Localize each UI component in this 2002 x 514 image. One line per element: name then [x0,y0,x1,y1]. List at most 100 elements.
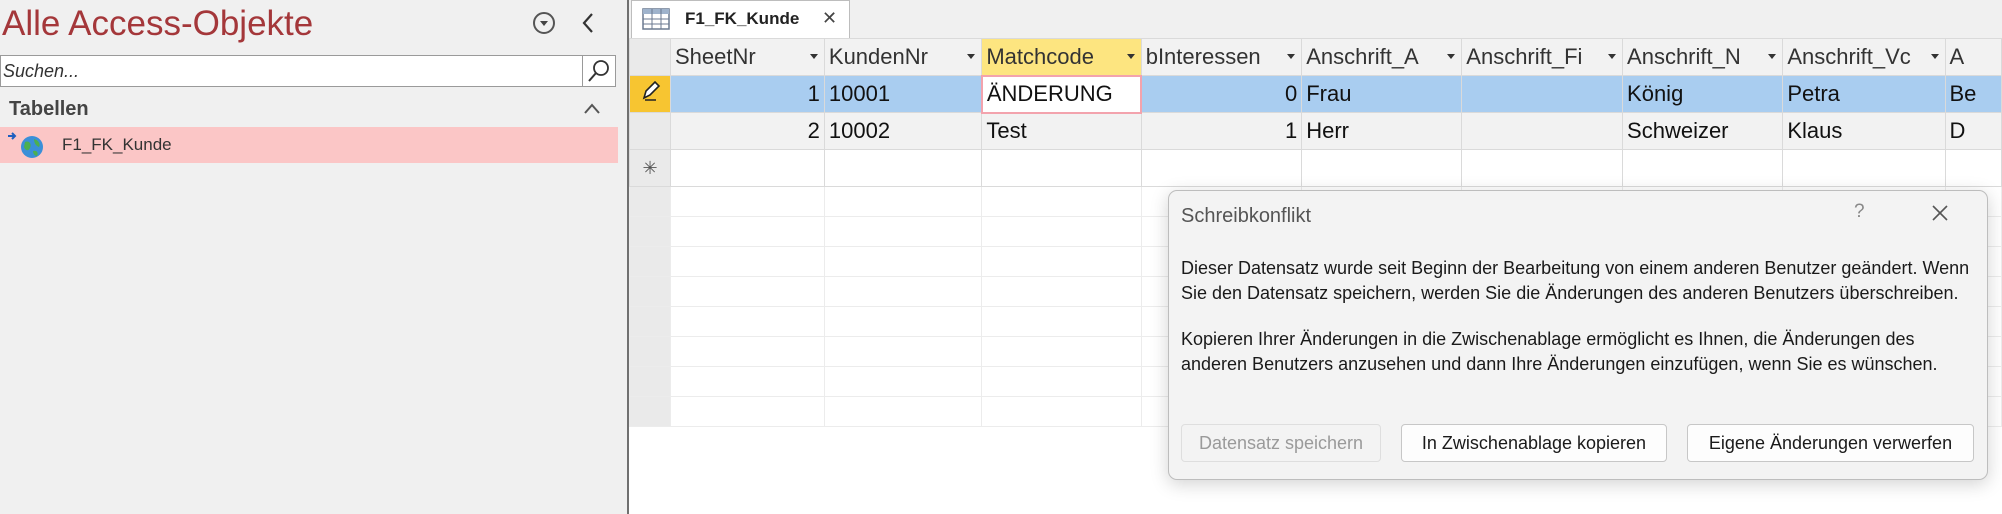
copy-to-clipboard-button[interactable]: In Zwischenablage kopieren [1401,424,1667,462]
dropdown-arrow-icon[interactable] [809,54,818,59]
table-cell[interactable] [1301,149,1463,187]
table-cell[interactable]: 10001 [823,75,983,113]
search-icon[interactable] [582,56,615,86]
column-header-label: Anschrift_Vc [1787,44,1911,69]
row-selector [629,276,671,307]
dropdown-arrow-icon[interactable] [1447,54,1456,59]
save-record-button[interactable]: Datensatz speichern [1181,424,1381,462]
write-conflict-dialog: Schreibkonflikt ? Dieser Datensatz wurde… [1168,190,1988,480]
dropdown-arrow-icon[interactable] [1287,54,1296,59]
row-selector [629,246,671,277]
column-header-anschrift-v[interactable]: Anschrift_Vc [1782,38,1946,76]
table-row[interactable]: 2 10002 Test 1 Herr Schweizer Klaus D [629,112,2002,150]
table-cell[interactable]: 1 [1140,112,1303,150]
column-header-a[interactable]: A [1944,38,2002,76]
table-icon [642,8,670,30]
grid-filler [670,396,825,427]
table-cell[interactable] [1461,112,1624,150]
nav-item-label: F1_FK_Kunde [62,135,172,154]
dropdown-arrow-icon[interactable] [1126,54,1135,59]
dropdown-arrow-icon[interactable] [1608,54,1617,59]
table-cell[interactable] [1782,149,1946,187]
table-cell[interactable]: Frau [1301,75,1463,113]
dialog-message: Dieser Datensatz wurde seit Beginn der B… [1181,256,1971,398]
new-record-icon[interactable]: ✳ [629,149,671,187]
table-cell[interactable] [670,149,825,187]
column-header-anschrift-n[interactable]: Anschrift_N [1622,38,1784,76]
column-header-binteressen[interactable]: bInteressen [1140,38,1303,76]
table-cell[interactable] [1944,149,2002,187]
table-cell[interactable]: 1 [670,75,825,113]
search-input[interactable] [1,56,583,86]
table-cell[interactable]: Herr [1301,112,1463,150]
row-selector[interactable] [629,112,671,150]
table-cell[interactable] [981,149,1142,187]
close-tab-icon[interactable]: ✕ [822,5,837,31]
table-cell[interactable]: Schweizer [1622,112,1784,150]
help-icon[interactable]: ? [1854,201,1865,223]
row-selector [629,186,671,217]
column-header-label: Anschrift_N [1627,44,1741,69]
grid-filler [981,396,1142,427]
column-header-anschrift-fi[interactable]: Anschrift_Fi [1461,38,1624,76]
group-header-tables[interactable]: Tabellen [0,94,618,124]
table-cell[interactable]: König [1622,75,1784,113]
table-cell[interactable]: D [1944,112,2002,150]
dialog-message-conflict: Dieser Datensatz wurde seit Beginn der B… [1181,258,1970,303]
active-cell[interactable]: ÄNDERUNG [980,74,1143,114]
select-all-corner[interactable] [629,38,671,76]
table-cell[interactable]: Be [1944,75,2002,113]
group-label: Tabellen [9,98,89,120]
close-icon[interactable] [1929,202,1951,224]
grid-filler [670,216,825,247]
row-selector [629,396,671,427]
grid-filler [670,186,825,217]
grid-filler [823,366,983,397]
grid-filler [670,306,825,337]
dropdown-arrow-icon[interactable] [1930,54,1939,59]
table-cell[interactable] [1461,149,1624,187]
grid-filler [670,246,825,277]
table-cell[interactable]: Klaus [1782,112,1946,150]
column-header-matchcode[interactable]: Matchcode [981,38,1142,76]
nav-menu-dropdown-icon[interactable] [533,12,555,34]
chevron-up-icon[interactable] [582,100,602,118]
dialog-message-clipboard: Kopieren Ihrer Änderungen in die Zwische… [1181,329,1938,374]
linked-table-globe-icon [6,131,48,161]
column-header-sheetnr[interactable]: SheetNr [670,38,825,76]
table-cell[interactable] [1461,75,1624,113]
column-header-anschrift-a[interactable]: Anschrift_A [1301,38,1463,76]
dropdown-arrow-icon[interactable] [1768,54,1777,59]
grid-filler [823,186,983,217]
column-header-label: bInteressen [1145,44,1261,69]
tab-f1-fk-kunde[interactable]: F1_FK_Kunde ✕ [631,0,850,38]
record-editing-pencil-icon[interactable] [629,75,671,113]
table-cell[interactable]: 2 [670,112,825,150]
new-record-row[interactable]: ✳ [629,149,2002,187]
table-cell[interactable] [823,149,983,187]
table-cell[interactable]: 10002 [823,112,983,150]
grid-filler [670,336,825,367]
grid-filler [981,306,1142,337]
table-cell[interactable]: Test [981,112,1142,150]
row-selector [629,366,671,397]
column-header-label: SheetNr [675,44,756,69]
collapse-pane-icon[interactable] [578,10,600,36]
discard-changes-button[interactable]: Eigene Änderungen verwerfen [1687,424,1974,462]
grid-filler [670,276,825,307]
nav-item-f1-fk-kunde[interactable]: F1_FK_Kunde [0,127,618,163]
table-cell[interactable] [1622,149,1784,187]
grid-filler [823,336,983,367]
column-header-kundennr[interactable]: KundenNr [823,38,983,76]
dropdown-arrow-icon[interactable] [967,54,976,59]
table-cell[interactable] [1140,149,1303,187]
grid-filler [670,366,825,397]
table-cell[interactable]: Petra [1782,75,1946,113]
row-selector [629,306,671,337]
grid-filler [981,276,1142,307]
table-row[interactable]: 1 10001 ÄNDERUNG 0 Frau König Petra Be [629,74,2002,114]
column-header-label: Matchcode [986,43,1094,69]
grid-filler [823,216,983,247]
row-selector [629,216,671,247]
table-cell[interactable]: 0 [1140,75,1303,113]
